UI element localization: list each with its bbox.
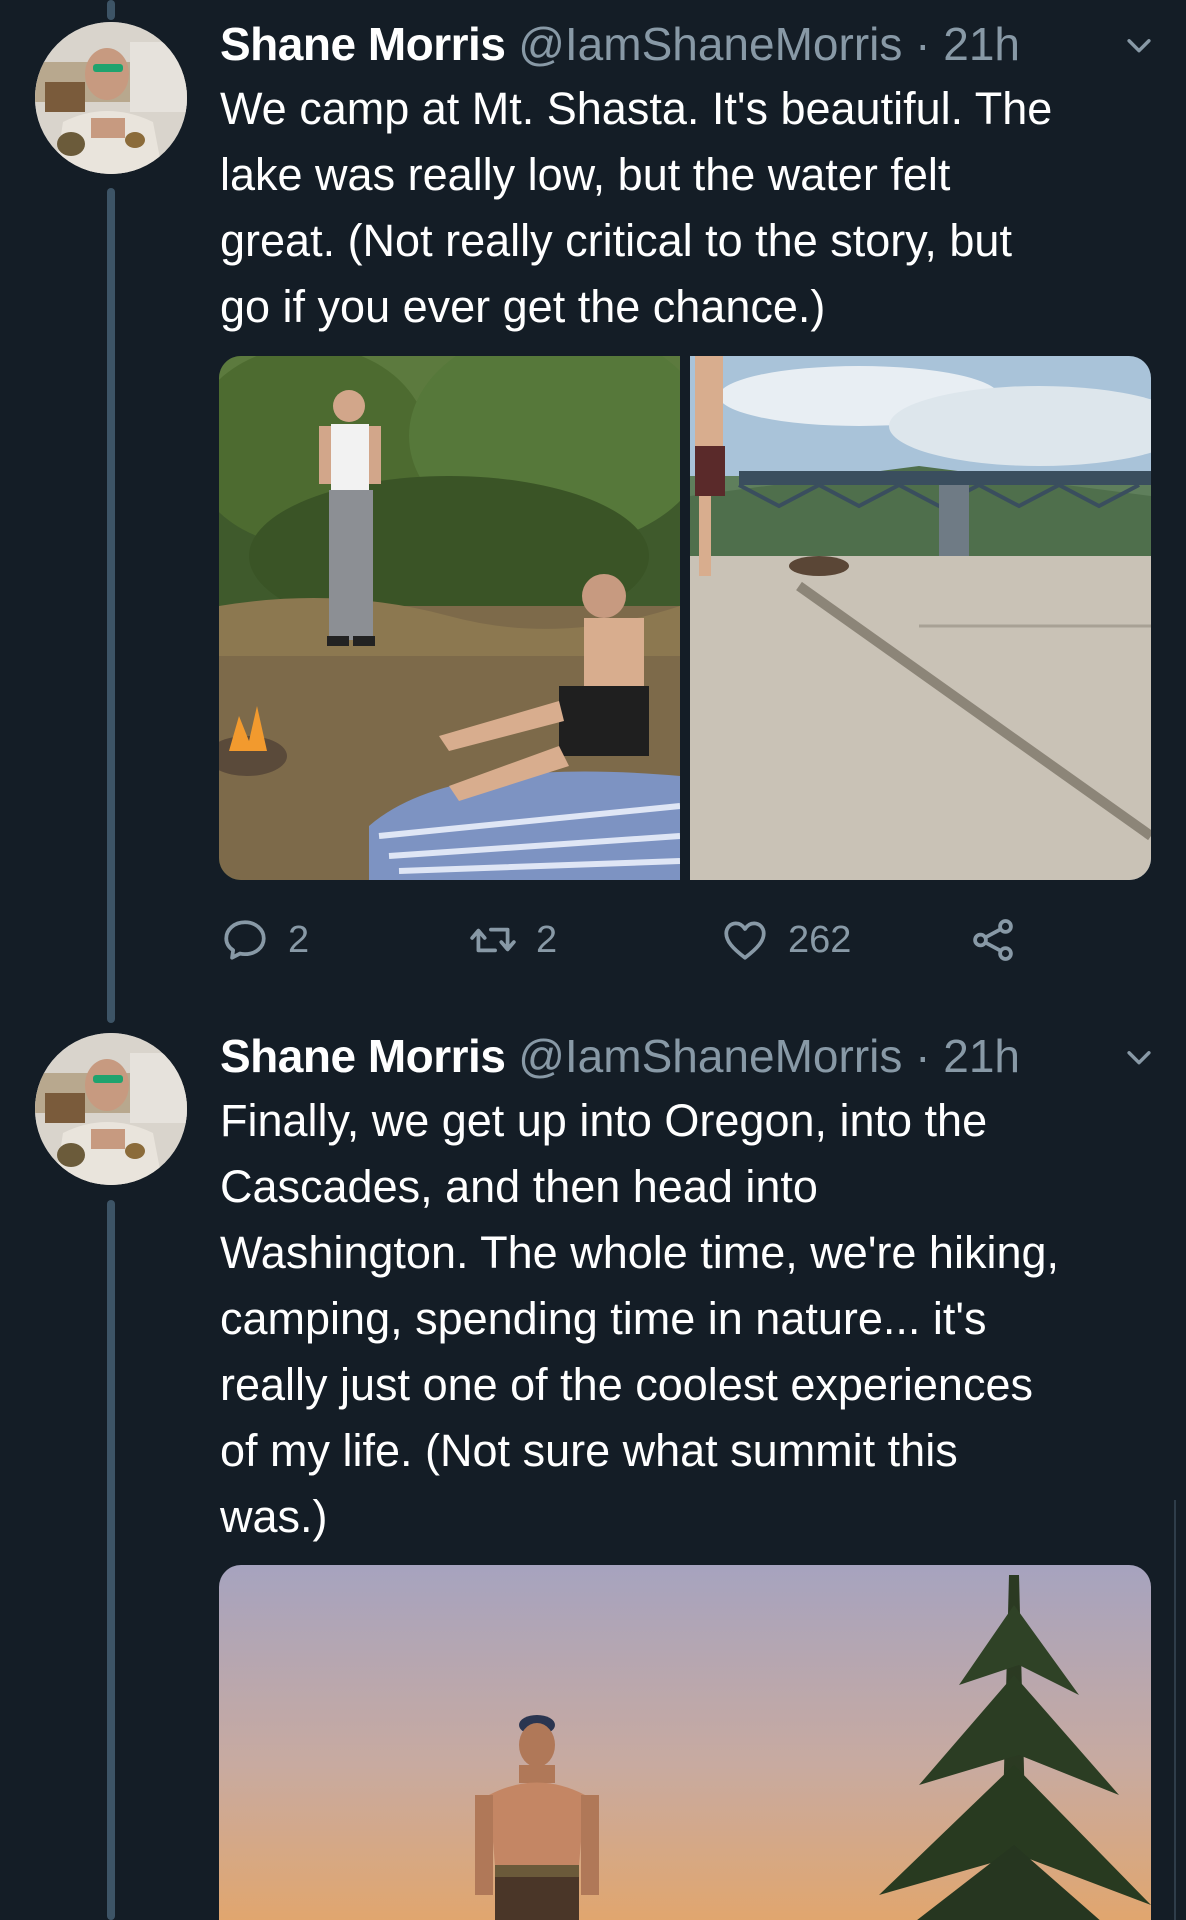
tweet-timestamp[interactable]: 21h: [943, 1030, 1020, 1082]
header-separator: ·: [915, 1030, 931, 1082]
display-name[interactable]: Shane Morris: [220, 18, 506, 70]
avatar-photo: [35, 1033, 187, 1185]
tweet-actions: 2 2 262: [220, 910, 1040, 970]
photo-lake-bridge[interactable]: [690, 356, 1151, 880]
share-icon: [973, 919, 1013, 961]
scrollbar[interactable]: [1174, 1500, 1186, 1920]
user-handle[interactable]: @IamShaneMorris: [518, 1030, 902, 1082]
avatar[interactable]: [35, 22, 187, 174]
tweet-media[interactable]: [219, 1565, 1151, 1920]
photo-summit: [219, 1565, 1151, 1920]
like-count: 262: [788, 918, 852, 961]
chevron-down-icon[interactable]: [1122, 1040, 1156, 1074]
avatar-photo: [35, 22, 187, 174]
reply-button[interactable]: 2: [220, 910, 309, 970]
retweet-button[interactable]: 2: [468, 910, 557, 970]
user-handle[interactable]: @IamShaneMorris: [518, 18, 902, 70]
tweet-text: Finally, we get up into Oregon, into the…: [220, 1095, 1060, 1542]
tweet-2[interactable]: Shane Morris @IamShaneMorris · 21h Final…: [0, 1010, 1186, 1920]
reply-count: 2: [288, 918, 310, 961]
tweet-header: Shane Morris @IamShaneMorris · 21h: [220, 14, 1156, 74]
share-button[interactable]: [968, 910, 1036, 970]
tweet-timestamp[interactable]: 21h: [943, 18, 1020, 70]
tweet-text: We camp at Mt. Shasta. It's beautiful. T…: [220, 83, 1053, 332]
chevron-down-icon[interactable]: [1122, 28, 1156, 62]
avatar[interactable]: [35, 1033, 187, 1185]
timeline: Shane Morris @IamShaneMorris · 21h We ca…: [0, 0, 1186, 1920]
media-grid-svg: [219, 356, 1151, 880]
photo-campsite[interactable]: [219, 356, 709, 880]
like-button[interactable]: 262: [720, 910, 851, 970]
retweet-icon: [470, 927, 516, 953]
tweet-media-grid[interactable]: [219, 356, 1151, 880]
retweet-count: 2: [536, 918, 558, 961]
tweet-1[interactable]: Shane Morris @IamShaneMorris · 21h We ca…: [0, 0, 1186, 1010]
tweet-header: Shane Morris @IamShaneMorris · 21h: [220, 1026, 1156, 1086]
display-name[interactable]: Shane Morris: [220, 1030, 506, 1082]
reply-icon: [224, 920, 266, 960]
header-separator: ·: [915, 18, 931, 70]
heart-icon: [724, 921, 766, 960]
